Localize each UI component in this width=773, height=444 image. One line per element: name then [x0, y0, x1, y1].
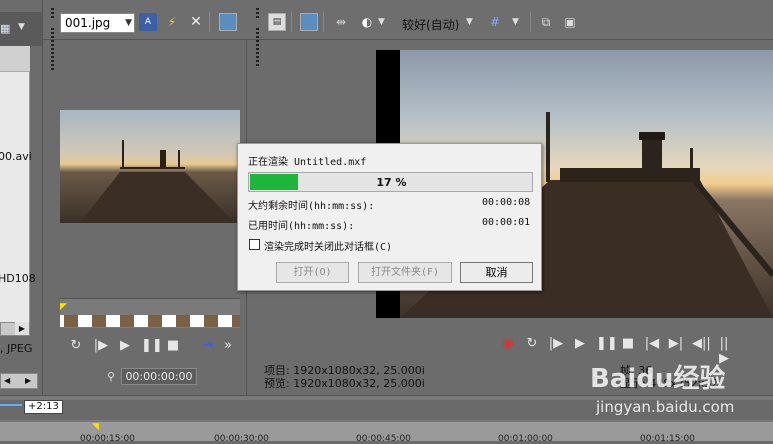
marker-icon: ◤	[60, 302, 67, 312]
bottom-scrollbar[interactable]: ◀ ▶	[0, 373, 38, 389]
play-icon[interactable]: ▶	[117, 338, 133, 353]
play-icon[interactable]: ▶	[572, 336, 588, 351]
view-icon[interactable]: ▦	[0, 22, 10, 35]
insert-icon[interactable]: ⇥	[200, 338, 216, 353]
auto-label-icon[interactable]: A	[139, 13, 157, 31]
grid-icon[interactable]: #	[486, 13, 504, 31]
preview-value: 1920x1080x32, 25.000i	[293, 377, 425, 390]
preview-label: 预览:	[264, 377, 290, 390]
playhead-line	[0, 404, 22, 406]
project-label: 项目:	[264, 364, 290, 377]
remaining-time-value: 00:00:08	[482, 197, 531, 208]
loop-icon[interactable]: ↻	[524, 336, 540, 351]
project-value: 1920x1080x32, 25.000i	[293, 364, 425, 377]
scroll-right-icon[interactable]: ▶	[25, 374, 31, 388]
file-combo-value: 001.jpg	[65, 16, 111, 30]
scroll-left-icon[interactable]: ◀	[4, 374, 10, 388]
separator	[530, 12, 531, 32]
copy-snapshot-icon[interactable]: ⧉	[537, 13, 555, 31]
marker-badge[interactable]: +2:13	[24, 400, 63, 414]
list-header	[0, 46, 30, 72]
properties-icon[interactable]: ▤	[268, 13, 286, 31]
more-icon[interactable]: »	[220, 338, 236, 353]
file-list[interactable]: 00.avi HD108	[0, 46, 36, 322]
close-on-complete-checkbox[interactable]	[249, 239, 260, 250]
separator	[291, 12, 292, 32]
lightning-icon[interactable]: ⚡	[163, 13, 181, 31]
ruler-tick: 00:00:30:00	[214, 434, 269, 444]
next-frame-icon[interactable]: ▶|	[668, 336, 684, 351]
chevron-down-icon[interactable]: ▼	[466, 17, 473, 27]
dialog-title: 正在渲染 Untitled.mxf	[248, 157, 367, 168]
trimmer-panel: 001.jpg ▼ A ⚡ ✕ ◤ ↻ |▶ ▶ ❚❚ ■ ⇥ » ⚲ 00:0…	[42, 0, 248, 395]
save-snapshot-icon[interactable]: ▣	[561, 13, 579, 31]
list-item[interactable]: 00.avi	[0, 150, 32, 163]
drag-handle[interactable]	[256, 28, 259, 68]
close-on-complete-label[interactable]: 渲染完成时关闭此对话框(C)	[264, 238, 392, 253]
overlay-icon[interactable]: ◐	[358, 13, 376, 31]
pause-icon[interactable]: ❚❚	[596, 336, 618, 351]
marker-icon: ◥	[92, 422, 99, 432]
play-from-start-icon[interactable]: |▶	[548, 336, 564, 351]
rewind-icon[interactable]: ◀||	[692, 336, 711, 351]
loop-icon[interactable]: ↻	[68, 338, 84, 353]
trimmer-timeline[interactable]: ◤	[60, 298, 240, 328]
play-from-start-icon[interactable]: |▶	[93, 338, 109, 353]
monitor-icon[interactable]	[300, 13, 318, 31]
elapsed-time-label: 已用时间(hh:mm:ss):	[248, 221, 355, 232]
horizontal-scrollbar[interactable]: ▶	[0, 322, 30, 336]
split-screen-icon[interactable]: ⇹	[332, 13, 350, 31]
stop-icon[interactable]: ■	[165, 338, 181, 353]
trimmer-time-display: 00:00:00:00	[121, 368, 197, 385]
ruler-tick: 00:00:45:00	[356, 434, 411, 444]
record-icon[interactable]: ◉	[500, 336, 516, 351]
open-button[interactable]: 打开(O)	[276, 262, 349, 283]
pier-graphic	[80, 140, 235, 223]
watermark-url: jingyan.baidu.com	[596, 398, 735, 416]
file-combo[interactable]: 001.jpg ▼	[60, 13, 135, 33]
drag-handle[interactable]	[51, 8, 54, 18]
ruler-tick: 00:01:15:00	[640, 434, 695, 444]
separator	[323, 12, 324, 32]
render-progress-dialog: 正在渲染 Untitled.mxf 17 % 大约剩余时间(hh:mm:ss):…	[237, 143, 542, 291]
progress-text: 17 %	[376, 176, 407, 189]
preview-toolbar	[248, 0, 773, 40]
pause-icon[interactable]: ❚❚	[141, 338, 163, 353]
close-icon[interactable]: ✕	[187, 13, 205, 31]
filmstrip	[60, 315, 240, 327]
elapsed-time-value: 00:00:01	[482, 217, 531, 228]
scroll-right-icon[interactable]: ▶	[15, 322, 29, 335]
previous-frame-icon[interactable]: |◀	[644, 336, 660, 351]
chevron-down-icon[interactable]: ▼	[125, 14, 132, 32]
explorer-toolbar: ▦ ▼	[0, 12, 42, 46]
chevron-down-icon[interactable]: ▼	[512, 17, 519, 27]
cancel-button[interactable]: 取消	[460, 262, 533, 283]
quality-combo[interactable]: 较好(自动)	[402, 16, 459, 33]
separator	[209, 12, 210, 32]
watermark-logo: Baidu经验	[590, 364, 726, 394]
chevron-down-icon[interactable]: ▼	[18, 22, 25, 32]
marker-icon[interactable]: ⚲	[107, 370, 115, 383]
trimmer-image	[60, 110, 240, 223]
stop-icon[interactable]: ■	[620, 336, 636, 351]
progress-bar: 17 %	[248, 172, 533, 192]
ruler-tick: 00:00:15:00	[80, 434, 135, 444]
list-item[interactable]: HD108	[0, 272, 36, 285]
remaining-time-label: 大约剩余时间(hh:mm:ss):	[248, 201, 375, 212]
open-folder-button[interactable]: 打开文件夹(F)	[358, 262, 452, 283]
ruler-tick: 00:01:00:00	[498, 434, 553, 444]
drag-handle[interactable]	[256, 8, 259, 18]
watermark: Baidu经验 jingyan.baidu.com	[590, 358, 770, 428]
monitor-icon[interactable]	[219, 13, 237, 31]
chevron-down-icon[interactable]: ▼	[378, 17, 385, 27]
format-label: , JPEG	[0, 342, 33, 355]
preview-info: 项目: 1920x1080x32, 25.000i 预览: 1920x1080x…	[264, 364, 425, 390]
explorer-panel: ▦ ▼ 00.avi HD108 ▶ , JPEG ◀ ▶	[0, 0, 42, 395]
drag-handle[interactable]	[51, 28, 54, 72]
